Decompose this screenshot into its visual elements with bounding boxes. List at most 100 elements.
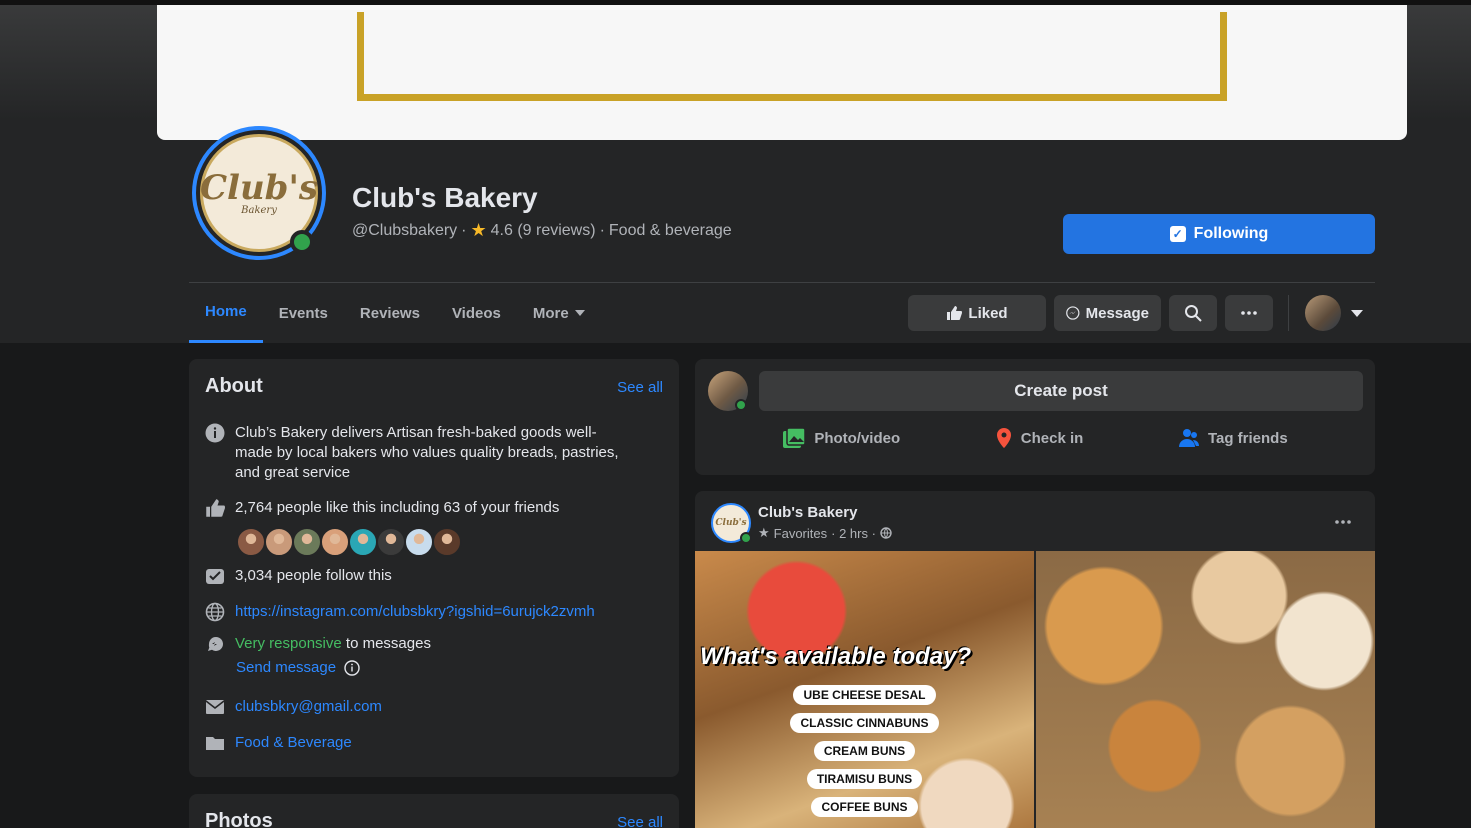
friend-avatar[interactable] <box>236 527 266 557</box>
tab-events[interactable]: Events <box>263 283 344 343</box>
photo-icon <box>783 427 807 448</box>
tag-friends-option[interactable]: Tag friends <box>1178 427 1288 449</box>
tab-videos[interactable]: Videos <box>436 283 517 343</box>
menu-item: UBE CHEESE DESAL <box>793 685 936 705</box>
info-outline-icon[interactable] <box>344 660 360 676</box>
follows-row: 3,034 people follow this <box>205 566 392 586</box>
search-button[interactable] <box>1169 295 1217 331</box>
online-status-dot <box>290 230 314 254</box>
tag-people-icon <box>1178 429 1199 447</box>
liked-button[interactable]: Liked <box>908 295 1046 331</box>
page-title: Club's Bakery <box>352 182 538 213</box>
post-image-bagels[interactable] <box>1036 551 1375 828</box>
post-meta: ★ Favorites · 2 hrs · <box>758 525 892 541</box>
user-avatar <box>1305 295 1341 331</box>
info-icon <box>205 423 225 443</box>
about-description-row: Club’s Bakery delivers Artisan fresh-bak… <box>205 423 625 483</box>
send-message-row: Send message <box>236 658 360 678</box>
online-status-dot <box>740 532 752 544</box>
friend-avatar[interactable] <box>320 527 350 557</box>
menu-item: CREAM BUNS <box>813 741 916 761</box>
create-post-card: Create post Photo/video Check in Tag fri… <box>695 359 1375 475</box>
create-post-button[interactable]: Create post <box>759 371 1363 411</box>
send-message-link[interactable]: Send message <box>236 658 336 678</box>
post-options-button[interactable] <box>1335 507 1351 530</box>
menu-item: COFFEE BUNS <box>811 797 918 817</box>
star-outline-icon: ★ <box>758 525 770 540</box>
friend-avatar[interactable] <box>264 527 294 557</box>
tab-home[interactable]: Home <box>189 283 263 343</box>
following-check-icon: ✓ <box>1169 226 1186 242</box>
website-row: https://instagram.com/clubsbkry?igshid=6… <box>205 602 595 622</box>
page-actions: Liked Message <box>908 295 1273 331</box>
message-label: Message <box>1085 304 1149 322</box>
post-image-menu[interactable]: What's available today? UBE CHEESE DESAL… <box>695 551 1034 828</box>
more-options-button[interactable] <box>1225 295 1273 331</box>
menu-item: CLASSIC CINNABUNS <box>790 713 939 733</box>
follows-text: 3,034 people follow this <box>235 567 392 584</box>
actions-separator <box>1288 295 1289 331</box>
globe-icon <box>205 602 225 622</box>
chevron-down-icon <box>1351 309 1363 317</box>
page-meta: @Clubsbakery · ★ 4.6 (9 reviews) · Food … <box>352 220 732 241</box>
tab-reviews[interactable]: Reviews <box>344 283 436 343</box>
thumbs-up-icon <box>947 306 963 320</box>
page-tabs: Home Events Reviews Videos More <box>189 283 601 343</box>
friends-avatars <box>236 527 462 557</box>
friend-avatar[interactable] <box>432 527 462 557</box>
logo-text: Club's <box>199 167 319 208</box>
menu-item: TIRAMISU BUNS <box>806 769 923 789</box>
photo-video-option[interactable]: Photo/video <box>782 427 900 449</box>
tab-label: Home <box>205 303 247 320</box>
tab-label: Events <box>278 304 328 322</box>
post-author-name[interactable]: Club's Bakery <box>758 504 857 521</box>
tab-more[interactable]: More <box>517 283 601 343</box>
friend-avatar[interactable] <box>404 527 434 557</box>
category-link[interactable]: Food & Beverage <box>235 733 352 753</box>
star-icon: ★ <box>470 220 487 240</box>
page-handle: @Clubsbakery <box>352 221 458 239</box>
cover-photo[interactable] <box>157 5 1407 140</box>
about-card: About See all Club’s Bakery delivers Art… <box>189 359 679 777</box>
photos-card: Photos See all <box>189 794 679 828</box>
check-in-label: Check in <box>1020 429 1084 447</box>
menu-items-list: UBE CHEESE DESAL CLASSIC CINNABUNS CREAM… <box>695 685 1034 817</box>
check-in-option[interactable]: Check in <box>995 427 1084 449</box>
about-see-all-link[interactable]: See all <box>617 379 663 396</box>
tab-label: More <box>532 304 569 322</box>
fast-response-icon <box>205 634 225 654</box>
email-link[interactable]: clubsbkry@gmail.com <box>235 697 382 717</box>
chevron-down-icon <box>574 310 585 316</box>
category-row: Food & Beverage <box>205 733 352 753</box>
feed-post: Club's Club's Bakery ★ Favorites · 2 hrs… <box>695 491 1375 828</box>
globe-icon <box>880 527 892 539</box>
thumbs-up-icon <box>205 498 225 518</box>
follow-check-icon <box>205 566 225 586</box>
meta-separator: · <box>599 221 605 239</box>
messenger-icon <box>1066 306 1080 320</box>
responsive-suffix: to messages <box>341 635 431 652</box>
post-audience: Favorites <box>773 525 828 541</box>
envelope-icon <box>205 697 225 717</box>
profile-switcher[interactable] <box>1305 295 1363 331</box>
post-time[interactable]: · 2 hrs · <box>831 526 876 541</box>
following-label: Following <box>1193 225 1269 242</box>
friend-avatar[interactable] <box>292 527 322 557</box>
following-button[interactable]: ✓ Following <box>1063 214 1375 254</box>
responsiveness-row: Very responsive to messages <box>205 634 431 654</box>
logo-subtext: Bakery <box>241 204 277 216</box>
photos-see-all-link[interactable]: See all <box>617 814 663 828</box>
ellipsis-icon <box>1241 311 1257 315</box>
likes-row: 2,764 people like this including 63 of y… <box>205 498 559 518</box>
page-rating[interactable]: 4.6 (9 reviews) <box>491 222 596 240</box>
very-responsive-text: Very responsive <box>235 635 342 652</box>
friend-avatar[interactable] <box>348 527 378 557</box>
website-link[interactable]: https://instagram.com/clubsbkry?igshid=6… <box>235 602 595 622</box>
likes-text: 2,764 people like this including 63 of y… <box>235 499 560 516</box>
create-post-options: Photo/video Check in Tag friends <box>695 427 1375 449</box>
message-button[interactable]: Message <box>1054 295 1161 331</box>
online-status-dot <box>735 399 747 411</box>
about-description: Club’s Bakery delivers Artisan fresh-bak… <box>235 424 619 481</box>
friend-avatar[interactable] <box>376 527 406 557</box>
tag-friends-label: Tag friends <box>1207 429 1288 447</box>
